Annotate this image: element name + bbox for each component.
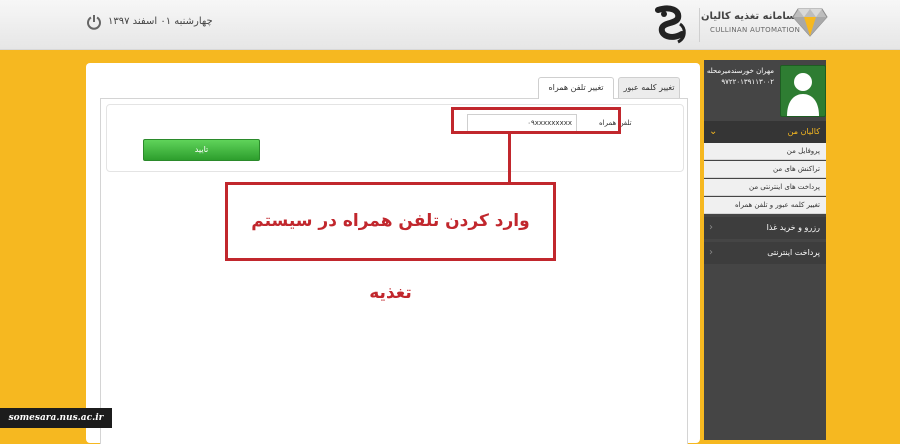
top-header: چهارشنبه ۰۱ اسفند ۱۳۹۷ سامانه تغذیه کالی… — [0, 0, 900, 50]
header-divider — [699, 8, 700, 42]
tab-change-phone[interactable]: تغییر تلفن همراه — [538, 77, 614, 99]
submenu-transactions[interactable]: تراکنش های من — [704, 161, 826, 178]
menu-my-kalian-label: کالیان من — [787, 127, 820, 136]
highlight-box — [451, 107, 621, 134]
callout-text: وارد کردن تلفن همراه در سیستم تغذیه — [225, 182, 556, 303]
menu-internet-payment[interactable]: پرداخت اینترنتی ‹ — [704, 242, 826, 264]
menu-my-kalian[interactable]: کالیان من ⌄ — [704, 121, 826, 143]
sidebar: مهران خورسندمیرمحله ۹۷۲۲۰۱۳۹۱۱۳۰۰۲ کالیا… — [704, 60, 826, 440]
user-id: ۹۷۲۲۰۱۳۹۱۱۳۰۰۲ — [721, 78, 774, 86]
avatar — [780, 65, 826, 117]
chevron-down-icon: ⌄ — [709, 126, 718, 137]
confirm-button[interactable]: تایید — [143, 139, 260, 161]
diamond-logo-icon — [792, 8, 828, 37]
submenu-profile[interactable]: پروفایل من — [704, 143, 826, 160]
power-icon[interactable] — [86, 14, 102, 30]
chevron-left-icon: ‹ — [709, 247, 713, 258]
brand-subtitle: CULLINAN AUTOMATION — [710, 26, 801, 34]
menu-reserve-food[interactable]: رزرو و خرید غذا ‹ — [704, 217, 826, 239]
tab-change-password[interactable]: تغییر کلمه عبور — [618, 77, 680, 98]
chevron-left-icon: ‹ — [709, 222, 713, 233]
current-date: چهارشنبه ۰۱ اسفند ۱۳۹۷ — [108, 16, 213, 27]
menu-reserve-food-label: رزرو و خرید غذا — [766, 223, 820, 232]
user-silhouette-icon — [787, 73, 819, 116]
brand-title: سامانه تغذیه کالیان — [700, 11, 796, 22]
submenu-change-password-phone[interactable]: تغییر کلمه عبور و تلفن همراه — [704, 197, 826, 214]
menu-internet-payment-label: پرداخت اینترنتی — [767, 248, 820, 257]
callout-connector — [508, 134, 511, 182]
user-name: مهران خورسندمیرمحله — [706, 67, 774, 75]
university-emblem-icon — [655, 5, 686, 44]
user-profile: مهران خورسندمیرمحله ۹۷۲۲۰۱۳۹۱۱۳۰۰۲ — [704, 60, 826, 118]
site-watermark: somesara.nus.ac.ir — [0, 408, 112, 428]
submenu-internet-payments[interactable]: پرداخت های اینترنتی من — [704, 179, 826, 196]
